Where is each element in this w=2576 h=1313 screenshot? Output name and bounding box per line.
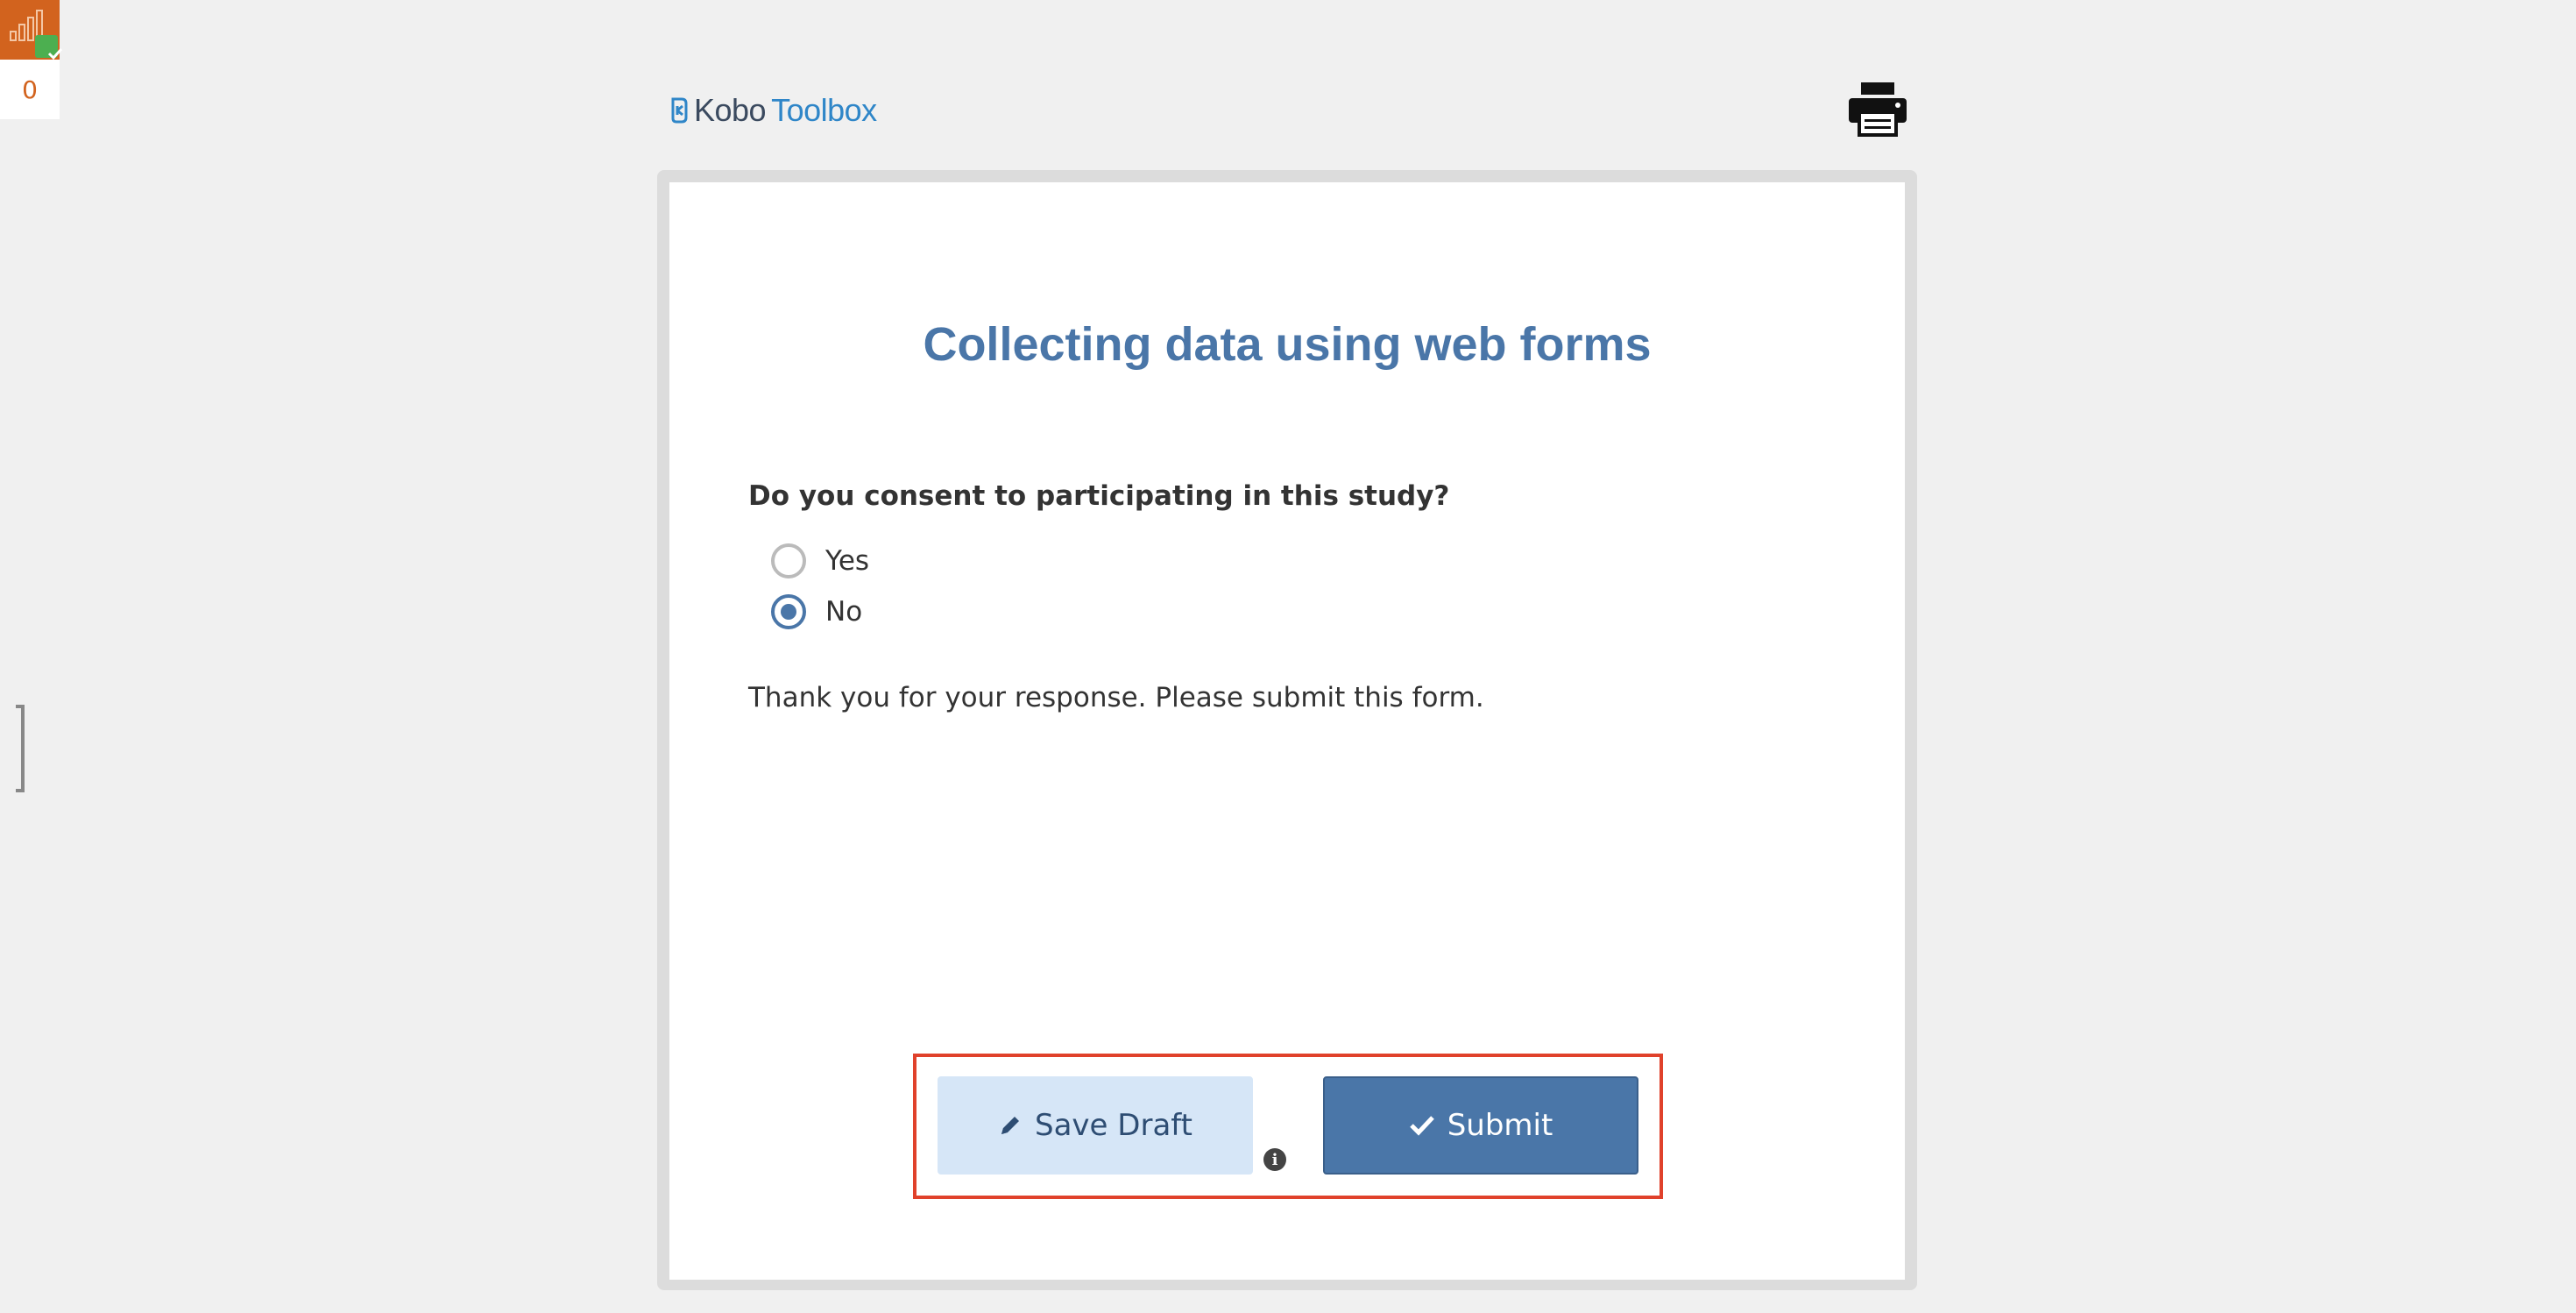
consent-question-label: Do you consent to participating in this … <box>748 480 1450 512</box>
logo-text-kobo: Kobo <box>694 92 767 128</box>
save-draft-button[interactable]: Save Draft <box>938 1076 1253 1175</box>
option-label-no: No <box>825 596 863 628</box>
logo-text-toolbox: Toolbox <box>771 92 877 128</box>
printer-icon <box>1849 82 1907 137</box>
logo-mark-icon <box>671 97 688 124</box>
check-icon <box>1409 1116 1434 1136</box>
submit-button[interactable]: Submit <box>1323 1076 1638 1175</box>
queue-count: 0 <box>0 60 60 119</box>
consent-option-yes[interactable]: Yes <box>771 543 869 578</box>
kobotoolbox-logo: Kobo Toolbox <box>669 92 877 128</box>
pencil-icon <box>1001 1117 1020 1134</box>
consent-option-no[interactable]: No <box>771 594 862 629</box>
check-icon <box>35 35 63 60</box>
save-draft-label: Save Draft <box>1035 1108 1192 1143</box>
print-button[interactable] <box>1847 81 1908 137</box>
submit-label: Submit <box>1447 1108 1553 1143</box>
thank-you-note: Thank you for your response. Please subm… <box>748 682 1484 713</box>
info-icon[interactable]: i <box>1263 1148 1286 1171</box>
radio-yes[interactable] <box>771 543 806 578</box>
option-label-yes: Yes <box>825 545 870 577</box>
radio-no[interactable] <box>771 594 806 629</box>
side-handle[interactable] <box>16 705 25 792</box>
form-title: Collecting data using web forms <box>923 318 1652 371</box>
offline-status-widget[interactable]: 0 <box>0 0 63 119</box>
signal-icon <box>0 0 63 60</box>
